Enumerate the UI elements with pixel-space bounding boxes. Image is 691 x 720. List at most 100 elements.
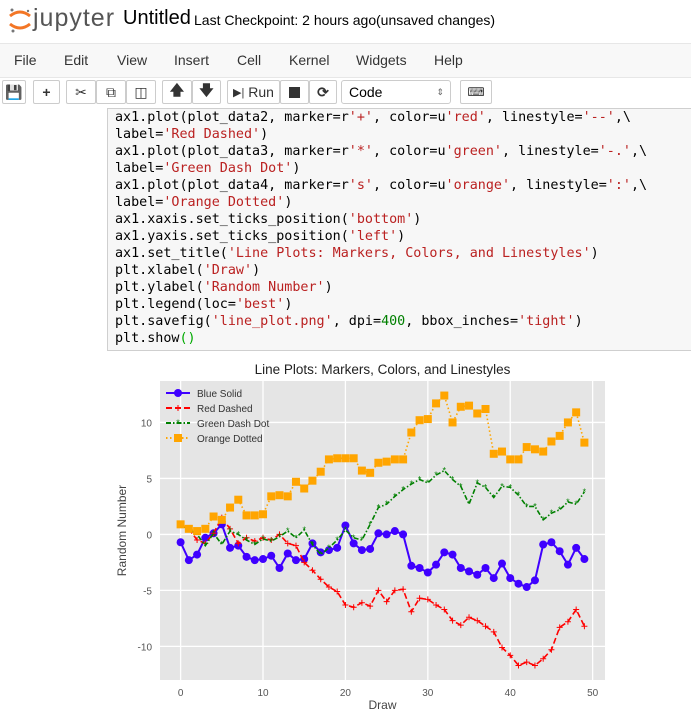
data-point: *: [459, 481, 463, 491]
code-line: plt.ylabel('Random Number'): [115, 279, 647, 296]
code-token: label=: [115, 161, 164, 176]
command-palette-button[interactable]: ⌨: [460, 80, 492, 104]
save-button[interactable]: 💾: [2, 80, 26, 104]
run-button[interactable]: ▶| Run: [227, 80, 280, 104]
notebook-title[interactable]: Untitled: [123, 7, 191, 30]
menu-view[interactable]: View: [117, 52, 147, 68]
data-point: [382, 457, 391, 466]
code-token: label=: [115, 127, 164, 142]
data-point: *: [302, 525, 306, 535]
data-point: *: [583, 487, 587, 497]
code-token: ): [590, 246, 599, 261]
legend-label: Orange Dotted: [197, 434, 263, 445]
code-token: '*': [348, 144, 373, 159]
legend-label: Green Dash Dot: [197, 419, 269, 430]
code-token: ): [252, 263, 261, 278]
code-token: 'bottom': [348, 212, 414, 227]
code-token: ): [574, 314, 583, 329]
move-down-button[interactable]: 🡇: [192, 80, 221, 104]
menu-insert[interactable]: Insert: [174, 52, 209, 68]
code-token: '--': [582, 110, 615, 125]
code-token: 'Orange Dotted': [163, 195, 285, 210]
data-point: *: [434, 470, 438, 480]
data-point: [572, 408, 581, 417]
data-point: [530, 576, 539, 585]
y-tick-label: -10: [138, 642, 153, 653]
data-point: *: [212, 528, 216, 538]
code-line: label='Green Dash Dot'): [115, 160, 647, 177]
save-icon: 💾: [5, 83, 23, 100]
data-point: *: [237, 529, 241, 539]
menu-cell[interactable]: Cell: [237, 52, 261, 68]
data-point: [481, 404, 490, 413]
insert-cell-button[interactable]: +: [33, 80, 60, 104]
code-line: label='Red Dashed'): [115, 126, 647, 143]
data-point: *: [467, 499, 471, 509]
x-tick-label: 50: [587, 688, 599, 699]
data-point: [580, 555, 589, 564]
menu-widgets[interactable]: Widgets: [356, 52, 407, 68]
code-token: label=: [115, 195, 164, 210]
line-plot: 0 10 20 30 40 50 -10 -5 0 5 10 Line Plots: Markers,…: [115, 362, 605, 712]
data-point: [390, 527, 399, 536]
data-point: [415, 416, 424, 425]
code-token: ax1.xaxis.set_ticks_position(: [115, 212, 349, 227]
data-point: *: [228, 526, 232, 536]
data-point: [357, 546, 366, 555]
menu-edit[interactable]: Edit: [64, 52, 88, 68]
menu-help[interactable]: Help: [434, 52, 463, 68]
code-editor[interactable]: ax1.plot(plot_data2, marker=r'+', color=…: [115, 109, 647, 347]
data-point: [250, 511, 259, 520]
code-token: ): [284, 195, 293, 210]
data-point: *: [319, 550, 323, 560]
data-point: *: [261, 534, 265, 544]
data-point: *: [344, 525, 348, 535]
code-cell[interactable]: ax1.plot(plot_data2, marker=r'+', color=…: [107, 108, 691, 351]
restart-button[interactable]: ⟳: [309, 80, 337, 104]
menu-file[interactable]: File: [14, 52, 37, 68]
copy-button[interactable]: ⧉: [96, 80, 126, 104]
cell-type-select[interactable]: Code ⇕: [341, 80, 451, 104]
data-point: [333, 454, 342, 463]
data-point: *: [245, 535, 249, 545]
keyboard-icon: ⌨: [467, 85, 485, 99]
code-token: ,\: [614, 110, 631, 125]
data-point: [514, 579, 523, 588]
data-point: *: [278, 532, 282, 542]
data-point: [506, 455, 515, 464]
data-point: *: [204, 541, 208, 551]
data-point: [267, 551, 276, 560]
cut-button[interactable]: ✂: [66, 80, 96, 104]
data-point: [209, 512, 218, 521]
code-token: 400: [381, 314, 406, 329]
data-point: [259, 510, 268, 519]
code-line: ax1.yaxis.set_ticks_position('left'): [115, 228, 647, 245]
data-point: [267, 492, 276, 501]
menu-kernel[interactable]: Kernel: [289, 52, 329, 68]
step-forward-icon: ▶|: [233, 86, 245, 99]
data-point: *: [533, 501, 537, 511]
x-tick-label: 40: [505, 688, 517, 699]
data-point: [423, 415, 432, 424]
data-point: [275, 564, 284, 573]
data-point: [374, 458, 383, 467]
code-token: , color=u: [372, 110, 446, 125]
move-up-button[interactable]: 🡅: [162, 80, 192, 104]
data-point: *: [377, 503, 381, 513]
code-token: '+': [348, 110, 373, 125]
data-point: [522, 443, 531, 452]
data-point: [316, 467, 325, 476]
data-point: [300, 484, 309, 493]
code-token: plt.legend(loc=: [115, 297, 236, 312]
paste-button[interactable]: ◫: [126, 80, 156, 104]
interrupt-button[interactable]: [280, 80, 309, 104]
data-point: *: [335, 535, 339, 545]
code-line: plt.savefig('line_plot.png', dpi=400, bb…: [115, 313, 647, 330]
data-point: [465, 567, 474, 576]
data-point: *: [220, 539, 224, 549]
data-point: [226, 503, 235, 512]
data-point: [176, 520, 185, 529]
data-point: [522, 583, 531, 592]
jupyter-logo-icon[interactable]: [8, 6, 32, 34]
code-line: plt.legend(loc='best'): [115, 296, 647, 313]
